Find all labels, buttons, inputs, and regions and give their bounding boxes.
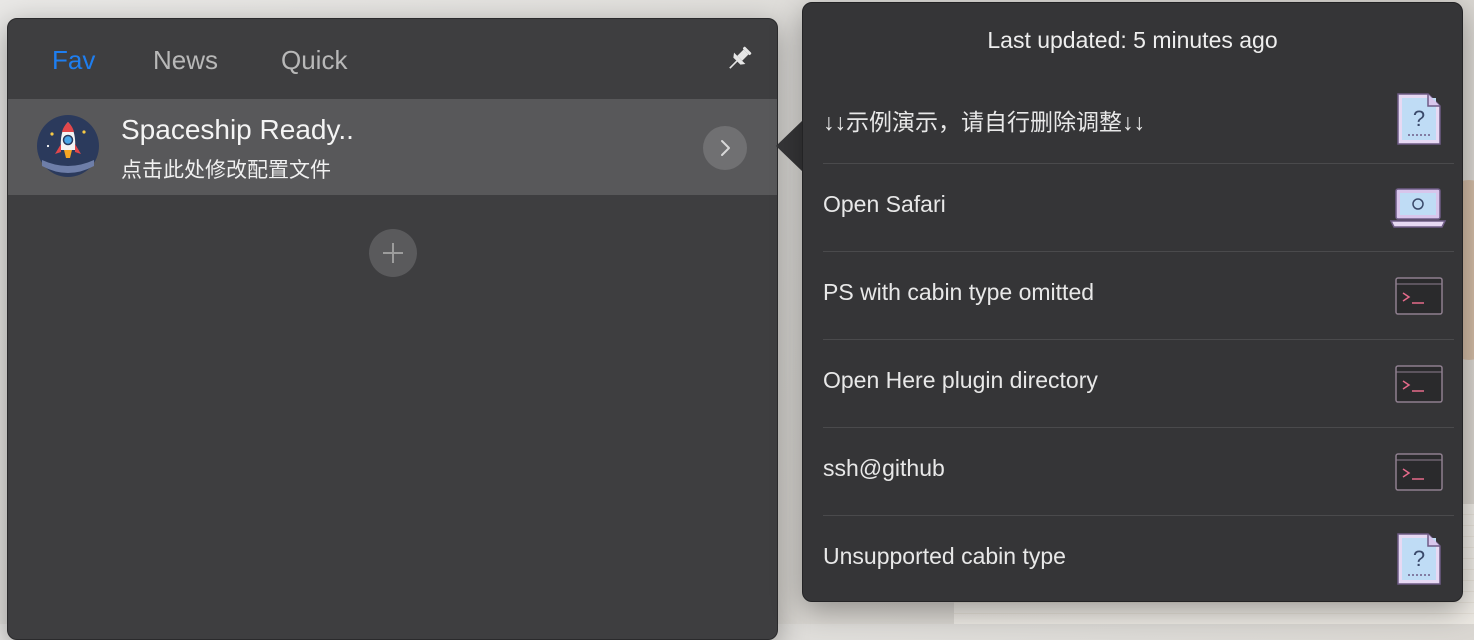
menu-item-ssh-github[interactable]: ssh@github [823, 427, 1454, 516]
menu-item-unsupported-cabin[interactable]: Unsupported cabin type ? [823, 515, 1454, 603]
menu-item-label: ↓↓示例演示，请自行删除调整↓↓ [823, 109, 1145, 135]
menu-item-label: Open Here plugin directory [823, 367, 1098, 393]
menu-item-label: Open Safari [823, 191, 946, 217]
menu-item-label: ssh@github [823, 455, 945, 481]
svg-text:?: ? [1413, 106, 1425, 131]
menu-item-open-safari[interactable]: Open Safari [823, 163, 1454, 252]
menu-item-demo-note[interactable]: ↓↓示例演示，请自行删除调整↓↓ ? [823, 75, 1454, 164]
menu-item-open-plugin-dir[interactable]: Open Here plugin directory [823, 339, 1454, 428]
chevron-right-icon [721, 140, 730, 156]
laptop-icon [1389, 188, 1447, 228]
question-document-icon: ? [1397, 533, 1441, 585]
tab-quick[interactable]: Quick [281, 45, 347, 76]
item-title: Spaceship Ready.. [121, 114, 354, 145]
question-document-icon: ? [1397, 93, 1441, 145]
pin-icon[interactable] [723, 43, 755, 75]
open-details-button[interactable] [703, 126, 747, 170]
tab-fav[interactable]: Fav [52, 45, 95, 76]
tab-news[interactable]: News [153, 45, 218, 76]
menu-item-label: Unsupported cabin type [823, 543, 1066, 569]
plus-icon [383, 243, 403, 263]
actions-popover: Last updated: 5 minutes ago ↓↓示例演示，请自行删除… [802, 2, 1463, 602]
rocket-icon [37, 115, 99, 177]
menu-item-ps-cabin[interactable]: PS with cabin type omitted [823, 251, 1454, 340]
tab-bar: Fav News Quick [8, 19, 777, 99]
svg-text:?: ? [1413, 546, 1425, 571]
menu-item-label: PS with cabin type omitted [823, 279, 1095, 305]
terminal-icon [1395, 453, 1443, 491]
terminal-icon [1395, 365, 1443, 403]
fav-list-item[interactable]: Spaceship Ready.. 点击此处修改配置文件 [8, 99, 777, 195]
popover-arrow [776, 120, 803, 172]
item-subtitle: 点击此处修改配置文件 [121, 159, 331, 182]
main-panel: Fav News Quick Spaceship Ready.. 点击此处修改配… [7, 18, 778, 640]
last-updated-label: Last updated: 5 minutes ago [987, 27, 1278, 53]
add-button[interactable] [369, 229, 417, 277]
terminal-icon [1395, 277, 1443, 315]
